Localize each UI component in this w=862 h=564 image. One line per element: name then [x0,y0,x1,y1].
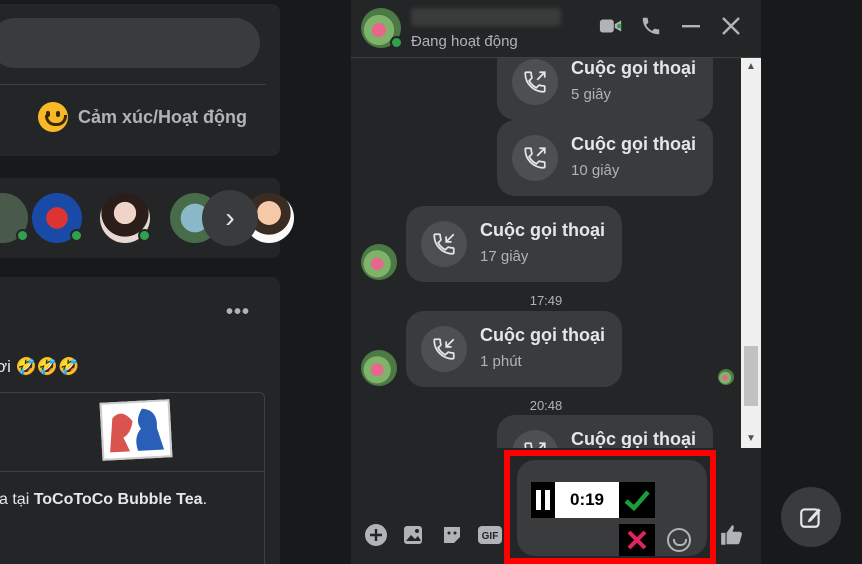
minimize-icon[interactable] [679,14,703,38]
feeling-activity-label: Cảm xúc/Hoạt động [78,106,248,127]
contact-avatar[interactable] [361,350,397,386]
close-icon[interactable] [719,14,743,38]
message-composer: GIF 0:19 [351,448,761,564]
place-link[interactable]: ToCoToCo Bubble Tea [34,491,203,508]
phone-call-icon[interactable] [639,14,663,38]
call-duration: 5 giây [571,86,612,103]
voice-recorder: 0:19 [517,460,707,556]
contact-avatar[interactable] [361,244,397,280]
stories-next-button[interactable]: › [202,190,258,246]
send-recording-button[interactable] [619,482,655,518]
outgoing-call-icon [512,59,558,105]
checkmark-icon [624,490,650,512]
post-caption: ơi 🤣🤣🤣 [0,357,80,376]
call-bubble-outgoing[interactable]: Cuộc gọi thoại 10 giây [497,120,713,196]
call-duration: 10 giây [571,162,620,179]
call-title: Cuộc gọi thoại [480,325,605,345]
contact-avatar[interactable] [361,8,403,49]
new-message-button[interactable] [781,487,841,547]
call-title: Cuộc gọi thoại [480,220,605,240]
pause-recording-button[interactable] [531,482,555,518]
call-duration: 1 phút [480,353,522,370]
scroll-up-arrow-icon[interactable]: ▲ [741,58,761,76]
call-bubble-incoming[interactable]: Cuộc gọi thoại 17 giây [406,206,622,282]
online-dot [16,229,29,242]
cancel-recording-button[interactable] [619,524,655,556]
checkin-embed[interactable]: a tại ToCoToCo Bubble Tea. [0,392,265,564]
more-options-icon[interactable]: ••• [226,301,250,324]
smile-icon [38,102,68,132]
incoming-call-icon [421,326,467,372]
recording-timer: 0:19 [555,482,619,518]
call-title: Cuộc gọi thoại [571,58,696,78]
checkin-text: a tại ToCoToCo Bubble Tea. [0,491,208,508]
call-bubble-outgoing[interactable]: Cuộc gọi thoại 5 giây [497,58,713,120]
svg-text:GIF: GIF [482,531,499,542]
contacts-strip: › [0,178,294,258]
feed-post: ••• ơi 🤣🤣🤣 a tại ToCoToCo Bubble Tea. [0,277,280,564]
call-bubble-incoming[interactable]: Cuộc gọi thoại 1 phút [406,311,622,387]
feeling-activity-button[interactable]: Cảm xúc/Hoạt động [38,102,247,132]
contact-name-blurred[interactable] [411,8,561,26]
timestamp: 17:49 [529,293,563,308]
active-status: Đang hoạt động [411,33,518,50]
gif-icon[interactable]: GIF [477,522,503,548]
sticker-icon[interactable] [439,522,465,548]
plus-circle-icon[interactable] [363,522,389,548]
online-dot [138,229,151,242]
call-bubble-outgoing[interactable]: Cuộc gọi thoại [497,415,713,448]
contact-avatar[interactable] [32,193,83,243]
post-composer: Cảm xúc/Hoạt động [0,4,280,156]
image-icon[interactable] [401,522,427,548]
compose-icon [800,508,821,528]
chat-header: Đang hoạt động [351,0,761,58]
online-dot [70,229,83,242]
call-title: Cuộc gọi thoại [571,429,696,448]
contact-avatar[interactable] [0,193,29,243]
scroll-down-arrow-icon[interactable]: ▼ [741,430,761,448]
incoming-call-icon [421,221,467,267]
call-duration: 17 giây [480,248,529,265]
scrollbar-thumb[interactable] [744,346,758,406]
divider [0,84,266,85]
chat-window: Đang hoạt động Cuộc gọi thoại 5 giây Cuộ… [351,0,761,564]
chevron-right-icon: › [225,202,235,233]
timestamp: 20:48 [529,398,563,413]
whats-on-your-mind-input[interactable] [0,18,260,68]
contact-avatar[interactable] [100,193,151,243]
outgoing-call-icon [512,430,558,448]
video-call-icon[interactable] [599,14,623,38]
scrollbar[interactable]: ▲ ▼ [741,58,761,448]
emoji-icon[interactable] [667,528,691,552]
seen-receipt-avatar [718,369,734,385]
online-dot [390,36,403,49]
message-list[interactable]: Cuộc gọi thoại 5 giây Cuộc gọi thoại 10 … [351,58,741,448]
outgoing-call-icon [512,135,558,181]
divider [0,471,264,472]
thumbs-up-icon[interactable] [719,522,745,548]
x-icon [627,530,647,550]
tocotoco-logo-image [99,399,173,461]
call-title: Cuộc gọi thoại [571,134,696,154]
